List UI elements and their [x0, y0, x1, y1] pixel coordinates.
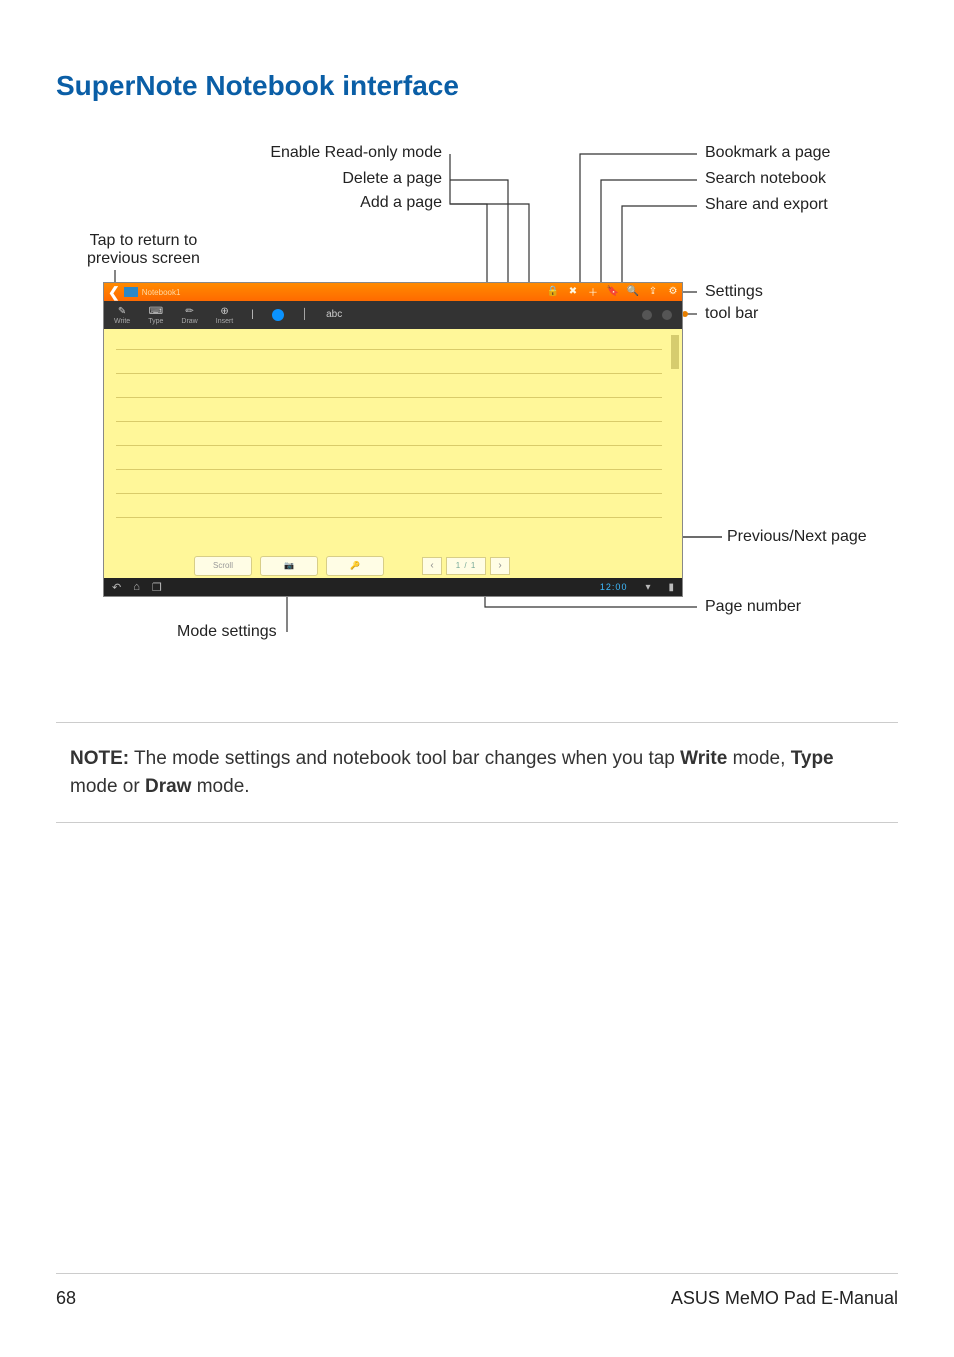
tool-baseline[interactable]: abc: [326, 309, 342, 321]
notebook-title: Notebook1: [142, 288, 181, 297]
next-page-button[interactable]: ›: [490, 557, 510, 575]
note-text-2: mode,: [727, 748, 790, 769]
callout-add-page: Add a page: [360, 194, 442, 212]
note-write: Write: [680, 748, 727, 769]
interface-diagram: Enable Read-only mode Delete a page Add …: [57, 142, 897, 662]
notebook-icon[interactable]: [124, 287, 138, 297]
note-text-1: The mode settings and notebook tool bar …: [129, 748, 680, 769]
footer-page-number: 68: [56, 1288, 76, 1309]
tool-divider: |: [251, 309, 254, 321]
share-icon[interactable]: ⇪: [646, 284, 660, 298]
mode-button-1[interactable]: Scroll: [194, 556, 252, 576]
delete-page-icon[interactable]: ✖: [566, 284, 580, 298]
tool-write[interactable]: ✎Write: [114, 306, 130, 325]
callout-mode-settings: Mode settings: [177, 623, 277, 641]
page-nav-group: ‹ 1 / 1 ›: [422, 557, 510, 575]
status-battery-icon: ▮: [668, 582, 674, 593]
app-toolbar: ✎Write ⌨Type ✏Draw ⊕Insert | │ abc: [104, 301, 682, 329]
callout-prev-next: Previous/Next page: [727, 528, 867, 546]
nav-home-icon[interactable]: ⌂: [133, 581, 140, 593]
tool-undo-icon[interactable]: [642, 310, 652, 320]
callout-share-export: Share and export: [705, 196, 828, 214]
tool-stroke[interactable]: │: [302, 309, 308, 321]
back-chevron-icon[interactable]: ❮: [108, 284, 120, 301]
add-page-icon[interactable]: ＋: [586, 284, 600, 298]
search-icon[interactable]: 🔍: [626, 284, 640, 298]
callout-toolbar: tool bar: [705, 305, 758, 323]
tool-insert[interactable]: ⊕Insert: [216, 306, 234, 325]
footer-title: ASUS MeMO Pad E-Manual: [671, 1288, 898, 1309]
mode-button-3[interactable]: 🔑: [326, 556, 384, 576]
nav-recent-icon[interactable]: ❐: [152, 581, 162, 594]
mode-button-2[interactable]: 📷: [260, 556, 318, 576]
callout-enable-readonly: Enable Read-only mode: [270, 144, 442, 162]
tool-color[interactable]: [272, 309, 284, 321]
callout-search: Search notebook: [705, 170, 826, 188]
readonly-icon[interactable]: 🔒: [546, 284, 560, 298]
callout-page-number: Page number: [705, 598, 801, 616]
callout-bookmark: Bookmark a page: [705, 144, 830, 162]
callout-settings: Settings: [705, 283, 763, 301]
status-clock: 12:00: [600, 582, 628, 592]
callout-tap-return-line2: previous screen: [87, 250, 200, 267]
status-wifi-icon: ▾: [645, 582, 650, 593]
tool-type[interactable]: ⌨Type: [148, 306, 163, 325]
note-box: NOTE: The mode settings and notebook too…: [56, 722, 898, 823]
mode-settings-row: Scroll 📷 🔑 ‹ 1 / 1 ›: [104, 550, 682, 578]
callout-tap-return: Tap to return to previous screen: [87, 232, 200, 268]
tool-redo-icon[interactable]: [662, 310, 672, 320]
system-status-bar: ↶ ⌂ ❐ 12:00 ▾ ▮: [104, 578, 682, 596]
page-footer: 68 ASUS MeMO Pad E-Manual: [56, 1273, 898, 1309]
callout-tap-return-line1: Tap to return to: [90, 232, 198, 249]
page-number-display[interactable]: 1 / 1: [446, 557, 486, 575]
section-heading: SuperNote Notebook interface: [56, 70, 898, 102]
note-paper[interactable]: [104, 329, 682, 555]
screenshot-mock: ❮ Notebook1 🔒 ✖ ＋ 🔖 🔍 ⇪ ⚙ ✎Write ⌨Type ✏…: [103, 282, 683, 597]
prev-page-button[interactable]: ‹: [422, 557, 442, 575]
app-topbar: ❮ Notebook1 🔒 ✖ ＋ 🔖 🔍 ⇪ ⚙: [104, 283, 682, 301]
note-label: NOTE:: [70, 748, 129, 769]
note-text-3: mode or: [70, 776, 145, 797]
bookmark-icon[interactable]: 🔖: [606, 284, 620, 298]
note-type: Type: [791, 748, 834, 769]
settings-icon[interactable]: ⚙: [666, 284, 680, 298]
note-text-4: mode.: [191, 776, 249, 797]
nav-back-icon[interactable]: ↶: [112, 581, 121, 594]
topbar-right-icons: 🔒 ✖ ＋ 🔖 🔍 ⇪ ⚙: [546, 284, 680, 298]
scroll-thumb[interactable]: [671, 335, 679, 369]
callout-delete-page: Delete a page: [342, 170, 442, 188]
tool-draw[interactable]: ✏Draw: [181, 306, 197, 325]
note-draw: Draw: [145, 776, 191, 797]
